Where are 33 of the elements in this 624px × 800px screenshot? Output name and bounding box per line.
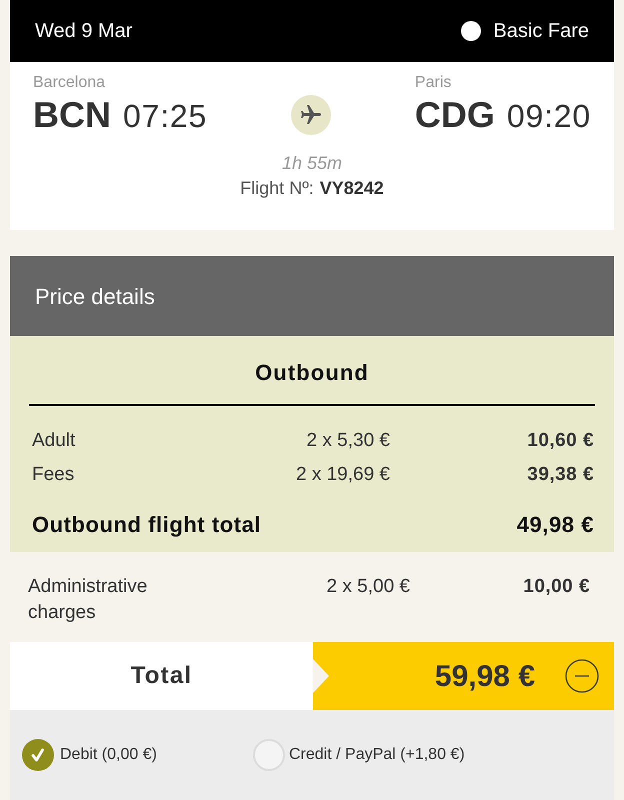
- destination-city: Paris: [414, 73, 452, 93]
- minus-circle-icon[interactable]: [565, 659, 599, 693]
- origin-city: Barcelona: [33, 73, 106, 93]
- unit-price: 2 x 5,00 €: [326, 575, 410, 599]
- price-label: Adult: [32, 428, 76, 453]
- unit-price: 2 x 5,30 €: [306, 428, 390, 453]
- price-details-title: Price details: [35, 282, 155, 310]
- radio-unchecked[interactable]: [253, 739, 285, 771]
- line-amount: 10,60 €: [526, 428, 594, 453]
- dot-icon: [461, 21, 482, 41]
- arrival-time: 09:20: [506, 97, 591, 136]
- flight-date: Wed 9 Mar: [35, 19, 132, 44]
- flight-number: VY8242: [320, 177, 384, 200]
- unit-price: 2 x 19,69 €: [294, 462, 390, 487]
- plane-icon: [291, 94, 331, 134]
- flight-duration: 1h 55m: [282, 152, 342, 175]
- price-label: Fees: [32, 462, 76, 487]
- subtotal-label: Outbound flight total: [32, 510, 262, 539]
- departure-time: 07:25: [123, 97, 208, 136]
- flight-number-label: Flight Nº:: [240, 177, 314, 200]
- radio-checked[interactable]: [22, 739, 54, 771]
- destination-code: CDG: [414, 93, 495, 137]
- price-label: Administrative charges: [28, 575, 148, 625]
- origin-code: BCN: [33, 93, 111, 137]
- line-amount: 10,00 €: [522, 575, 590, 599]
- total-label: Total: [130, 661, 192, 691]
- payment-option-label[interactable]: Debit (0,00 €): [60, 743, 157, 767]
- total-amount: 59,98 €: [434, 658, 535, 694]
- fare-name: Basic Fare: [493, 19, 589, 44]
- subtotal-amount: 49,98 €: [516, 510, 594, 538]
- outbound-title: Outbound: [255, 359, 369, 387]
- payment-option-label[interactable]: Credit / PayPal (+1,80 €): [289, 743, 465, 767]
- line-amount: 39,38 €: [526, 462, 594, 487]
